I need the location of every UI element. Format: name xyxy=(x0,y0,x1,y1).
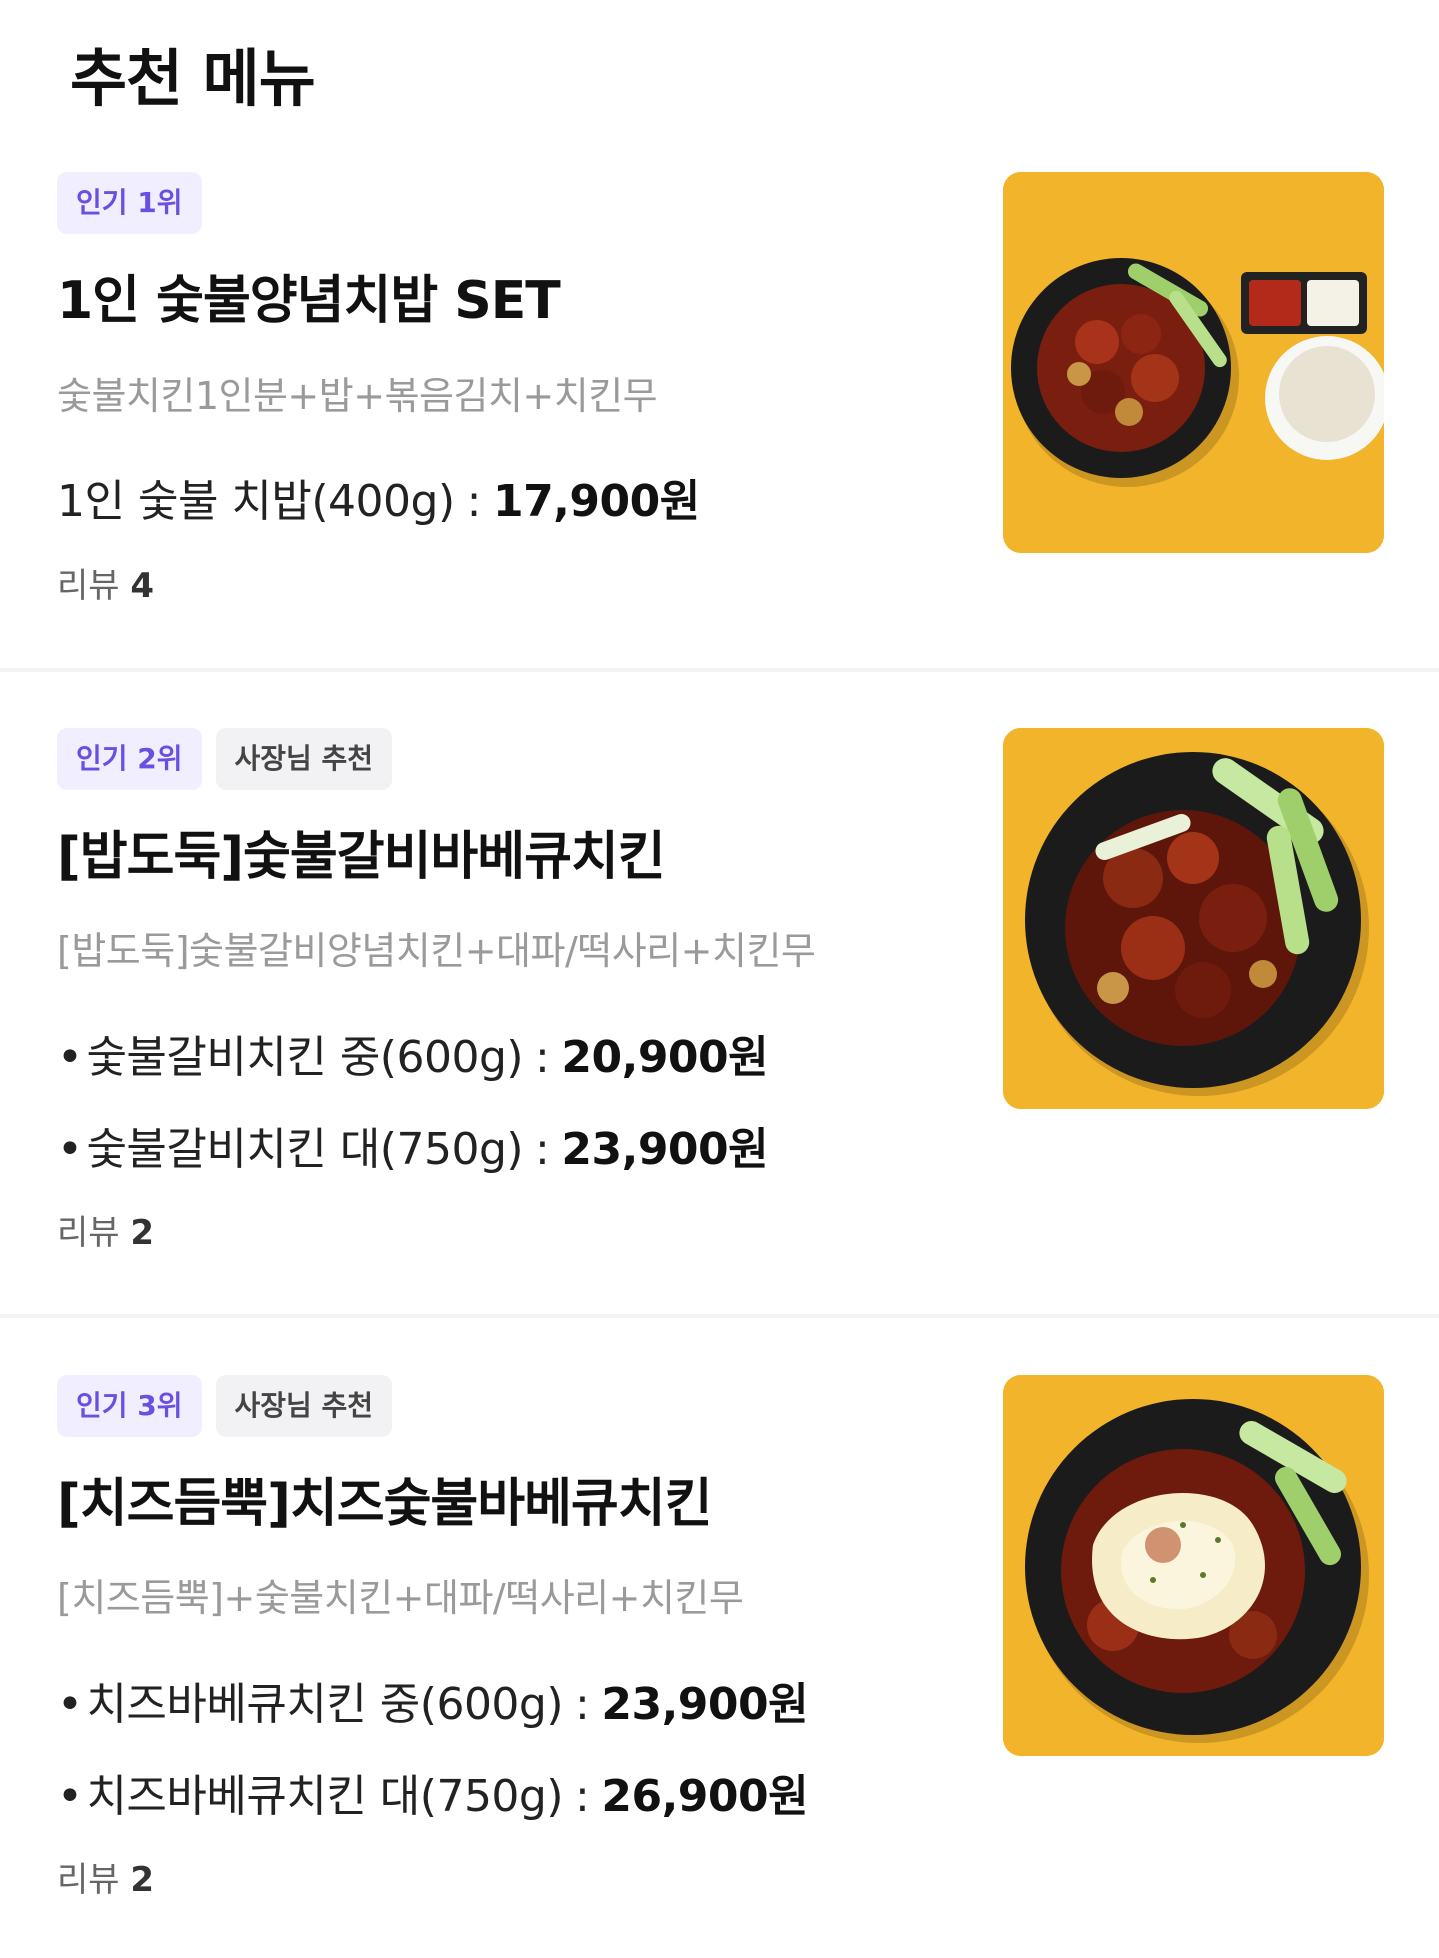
option-label: 치즈바베큐치킨 중(600g) xyxy=(86,1679,564,1730)
review-number: 2 xyxy=(130,1860,155,1900)
menu-item-name: 1인 숯불양념치밥 SET xyxy=(57,271,561,331)
owner-recommend-badge: 사장님 추천 xyxy=(215,1375,393,1437)
owner-recommend-badge: 사장님 추천 xyxy=(215,728,393,790)
price-option: 1인 숯불 치밥(400g):17,900원 xyxy=(57,465,700,529)
bullet: • xyxy=(57,1771,83,1822)
menu-item-description: [밥도둑]숯불갈비양념치킨+대파/떡사리+치킨무 xyxy=(57,929,816,973)
review-number: 2 xyxy=(130,1213,155,1253)
badge-group: 인기 1위 xyxy=(57,172,202,234)
option-separator: : xyxy=(466,476,482,527)
food-photo-illustration xyxy=(1003,172,1384,553)
menu-item-name: [밥도둑]숯불갈비바베큐치킨 xyxy=(57,827,666,887)
price-option: •치즈바베큐치킨 대(750g):26,900원 xyxy=(57,1760,809,1824)
price-option: •숯불갈비치킨 중(600g):20,900원 xyxy=(57,1021,769,1085)
option-separator: : xyxy=(575,1771,590,1822)
item-divider xyxy=(0,668,1439,672)
bullet: • xyxy=(57,1679,83,1730)
review-count: 리뷰 2 xyxy=(57,1205,154,1254)
option-separator: : xyxy=(535,1032,550,1083)
review-count: 리뷰 4 xyxy=(57,558,154,607)
review-label: 리뷰 xyxy=(57,1213,120,1253)
option-label: 숯불갈비치킨 중(600g) xyxy=(86,1032,524,1083)
menu-item-description: [치즈듬뿍]+숯불치킨+대파/떡사리+치킨무 xyxy=(57,1576,744,1620)
badge-group: 인기 3위 사장님 추천 xyxy=(57,1375,393,1437)
section-title: 추천 메뉴 xyxy=(70,42,316,115)
bullet: • xyxy=(57,1032,83,1083)
popular-rank-badge: 인기 3위 xyxy=(57,1375,202,1437)
badge-group: 인기 2위 사장님 추천 xyxy=(57,728,393,790)
option-price: 17,900원 xyxy=(492,476,700,527)
popular-rank-badge: 인기 2위 xyxy=(57,728,202,790)
price-option: •치즈바베큐치킨 중(600g):23,900원 xyxy=(57,1668,809,1732)
review-count: 리뷰 2 xyxy=(57,1852,154,1901)
cheese-bbq-chicken-photo[interactable] xyxy=(1003,1375,1384,1756)
galbi-bbq-chicken-photo[interactable] xyxy=(1003,728,1384,1109)
option-label: 치즈바베큐치킨 대(750g) xyxy=(86,1771,564,1822)
food-photo-illustration xyxy=(1003,1375,1384,1756)
food-photo-illustration xyxy=(1003,728,1384,1109)
option-price: 23,900원 xyxy=(561,1124,769,1175)
price-option: •숯불갈비치킨 대(750g):23,900원 xyxy=(57,1113,769,1177)
popular-rank-badge: 인기 1위 xyxy=(57,172,202,234)
review-number: 4 xyxy=(130,566,155,606)
option-price: 20,900원 xyxy=(561,1032,769,1083)
review-label: 리뷰 xyxy=(57,1860,120,1900)
menu-item-description: 숯불치킨1인분+밥+볶음김치+치킨무 xyxy=(57,374,658,418)
menu-item-name: [치즈듬뿍]치즈숯불바베큐치킨 xyxy=(57,1474,712,1534)
option-separator: : xyxy=(575,1679,590,1730)
chicken-rice-set-photo[interactable] xyxy=(1003,172,1384,553)
review-label: 리뷰 xyxy=(57,566,120,606)
item-divider xyxy=(0,1314,1439,1318)
option-label: 1인 숯불 치밥(400g) xyxy=(57,476,455,527)
option-price: 23,900원 xyxy=(601,1679,809,1730)
bullet: • xyxy=(57,1124,83,1175)
recommended-menu-page: 추천 메뉴 인기 1위 1인 숯불양념치밥 SET 숯불치킨1인분+밥+볶음김치… xyxy=(0,0,1439,1958)
option-label: 숯불갈비치킨 대(750g) xyxy=(86,1124,524,1175)
option-price: 26,900원 xyxy=(601,1771,809,1822)
option-separator: : xyxy=(535,1124,550,1175)
